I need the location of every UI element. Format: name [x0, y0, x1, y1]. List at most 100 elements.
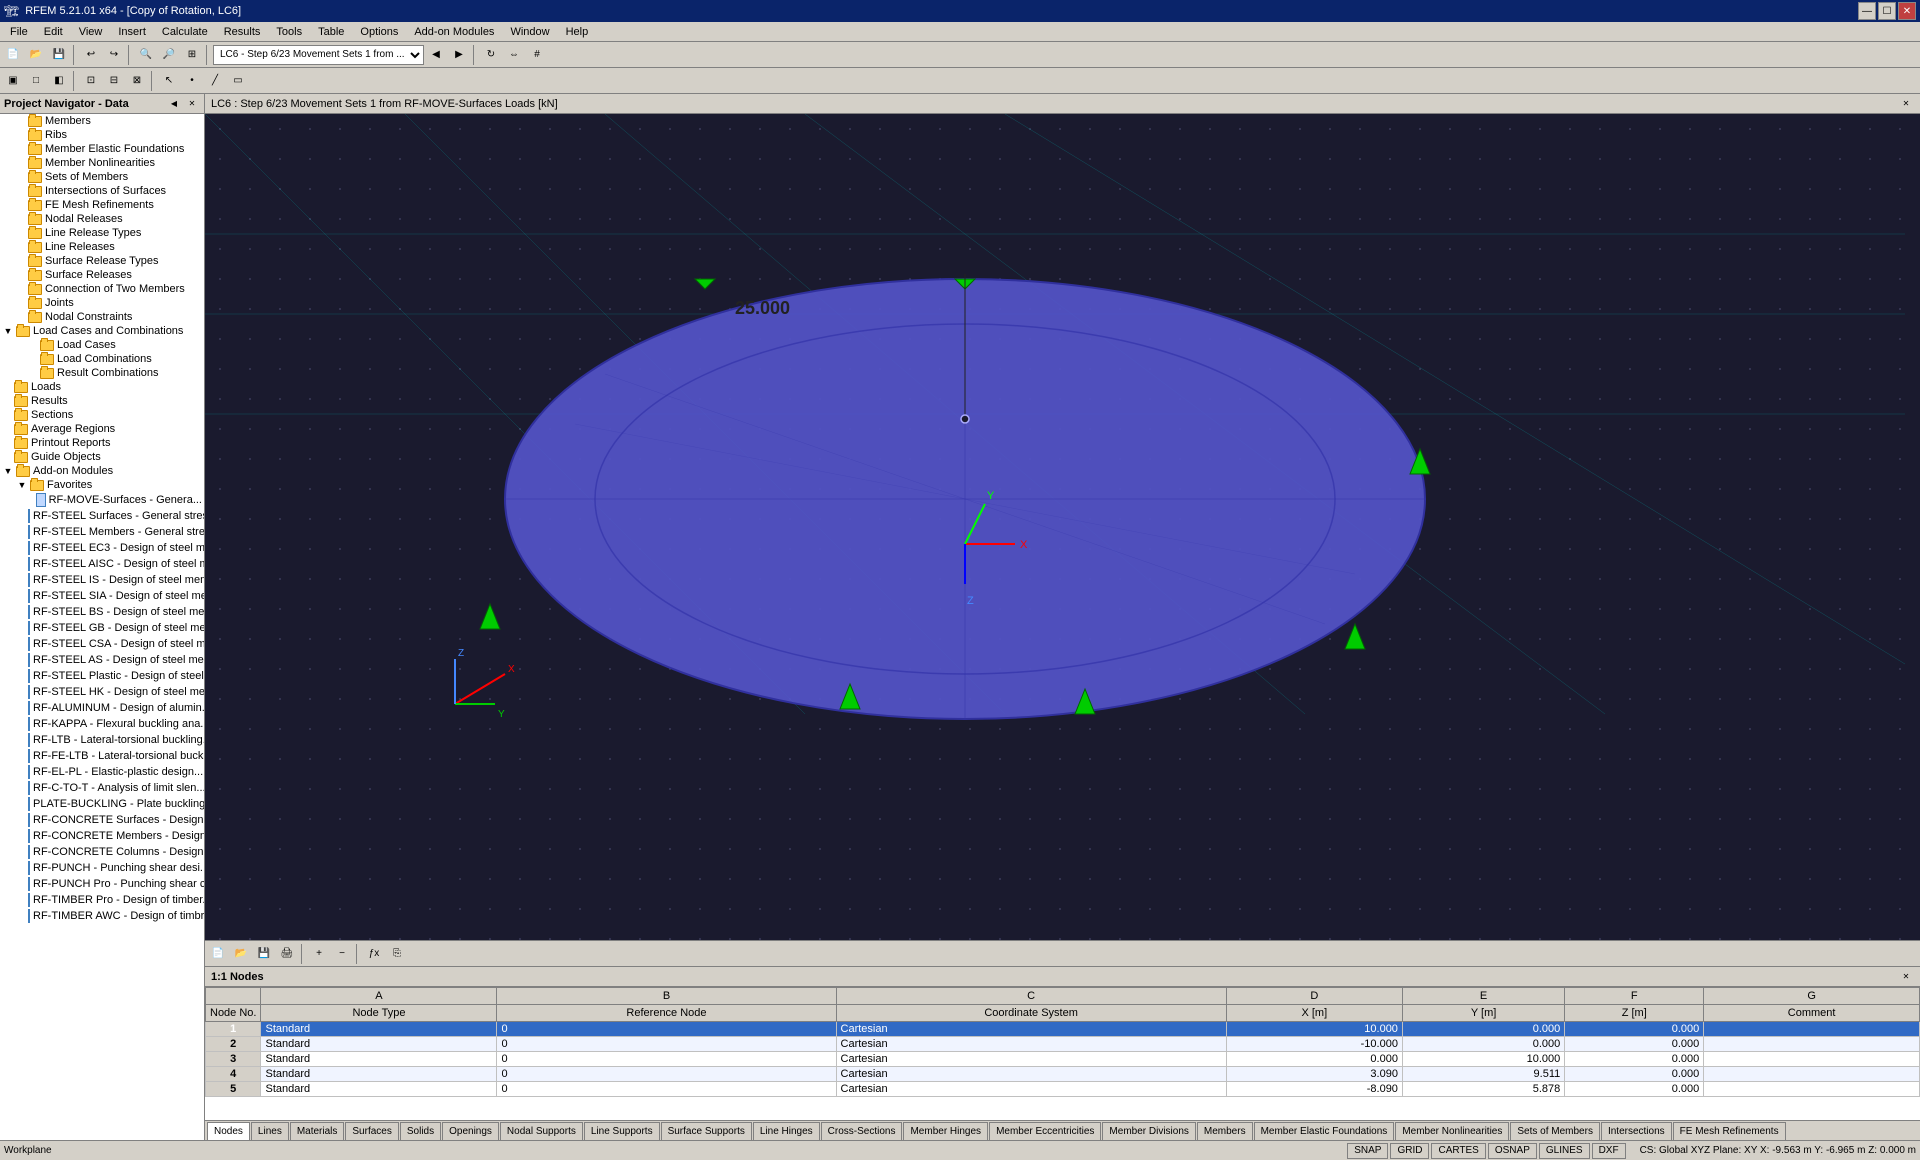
- rotate-button[interactable]: ↻: [480, 44, 502, 66]
- tree-item[interactable]: RF-STEEL BS - Design of steel men...: [0, 604, 204, 620]
- tree-item[interactable]: ▼Add-on Modules: [0, 464, 204, 478]
- menu-item-tools[interactable]: Tools: [268, 24, 310, 40]
- line-button[interactable]: ╱: [204, 70, 226, 92]
- tab-materials[interactable]: Materials: [290, 1122, 345, 1140]
- menu-item-view[interactable]: View: [71, 24, 111, 40]
- tab-openings[interactable]: Openings: [442, 1122, 499, 1140]
- tree-item[interactable]: RF-TIMBER Pro - Design of timber...: [0, 892, 204, 908]
- tree-item[interactable]: Member Nonlinearities: [0, 156, 204, 170]
- surface-button[interactable]: ▭: [227, 70, 249, 92]
- undo-button[interactable]: ↩: [80, 44, 102, 66]
- tab-members[interactable]: Members: [1197, 1122, 1253, 1140]
- tab-surfaces[interactable]: Surfaces: [345, 1122, 398, 1140]
- tree-item[interactable]: RF-MOVE-Surfaces - Genera...: [0, 492, 204, 508]
- tree-item[interactable]: Load Combinations: [0, 352, 204, 366]
- tab-line-hinges[interactable]: Line Hinges: [753, 1122, 820, 1140]
- tab-solids[interactable]: Solids: [400, 1122, 441, 1140]
- menu-item-help[interactable]: Help: [558, 24, 597, 40]
- tree-item[interactable]: Members: [0, 114, 204, 128]
- table-formula-btn[interactable]: ƒx: [363, 943, 385, 965]
- tree-item[interactable]: RF-FE-LTB - Lateral-torsional buck...: [0, 748, 204, 764]
- select-button[interactable]: ↖: [158, 70, 180, 92]
- tree-item[interactable]: Sets of Members: [0, 170, 204, 184]
- tab-lines[interactable]: Lines: [251, 1122, 289, 1140]
- viewport-close[interactable]: ✕: [1898, 96, 1914, 112]
- tree-item[interactable]: RF-STEEL Members - General stres...: [0, 524, 204, 540]
- close-button[interactable]: ✕: [1898, 2, 1916, 20]
- tab-member-divisions[interactable]: Member Divisions: [1102, 1122, 1195, 1140]
- lc-selector[interactable]: LC6 - Step 6/23 Movement Sets 1 from ...: [213, 45, 424, 65]
- tree-item[interactable]: Connection of Two Members: [0, 282, 204, 296]
- mirror-button[interactable]: ⇔: [503, 44, 525, 66]
- tree-item[interactable]: ▼Load Cases and Combinations: [0, 324, 204, 338]
- menu-item-edit[interactable]: Edit: [36, 24, 71, 40]
- menu-item-add-on-modules[interactable]: Add-on Modules: [406, 24, 502, 40]
- tree-item[interactable]: PLATE-BUCKLING - Plate buckling...: [0, 796, 204, 812]
- table-copy-btn[interactable]: ⎘: [386, 943, 408, 965]
- table-del-row-btn[interactable]: −: [331, 943, 353, 965]
- tree-item[interactable]: RF-STEEL AISC - Design of steel m...: [0, 556, 204, 572]
- tree-item[interactable]: RF-C-TO-T - Analysis of limit slen...: [0, 780, 204, 796]
- menu-item-table[interactable]: Table: [310, 24, 352, 40]
- sidebar-tree[interactable]: MembersRibsMember Elastic FoundationsMem…: [0, 114, 204, 1140]
- expand-icon[interactable]: ▼: [16, 479, 28, 491]
- top-view-button[interactable]: ⊟: [103, 70, 125, 92]
- sidebar-nav-right[interactable]: ✕: [184, 96, 200, 112]
- maximize-button[interactable]: ☐: [1878, 2, 1896, 20]
- status-btn-cartes[interactable]: CARTES: [1431, 1143, 1485, 1159]
- menu-item-results[interactable]: Results: [216, 24, 269, 40]
- viewport-canvas[interactable]: X Y Z 25.000 X Y Z: [205, 114, 1920, 940]
- minimize-button[interactable]: —: [1858, 2, 1876, 20]
- tree-item[interactable]: RF-CONCRETE Members - Design c...: [0, 828, 204, 844]
- tab-line-supports[interactable]: Line Supports: [584, 1122, 660, 1140]
- tree-item[interactable]: Sections: [0, 408, 204, 422]
- tree-item[interactable]: RF-PUNCH - Punching shear desi...: [0, 860, 204, 876]
- tab-nodes[interactable]: Nodes: [207, 1122, 250, 1140]
- tree-item[interactable]: Surface Release Types: [0, 254, 204, 268]
- tree-item[interactable]: Nodal Releases: [0, 212, 204, 226]
- prev-step-button[interactable]: ◀: [425, 44, 447, 66]
- status-btn-osnap[interactable]: OSNAP: [1488, 1143, 1537, 1159]
- table-row[interactable]: 2Standard0Cartesian-10.0000.0000.000: [206, 1037, 1920, 1052]
- status-btn-grid[interactable]: GRID: [1390, 1143, 1429, 1159]
- menu-item-options[interactable]: Options: [352, 24, 406, 40]
- table-new-btn[interactable]: 📄: [207, 943, 229, 965]
- tree-item[interactable]: RF-STEEL GB - Design of steel mer...: [0, 620, 204, 636]
- bottom-table[interactable]: ABCDEFGNode No.Node TypeReference NodeCo…: [205, 987, 1920, 1120]
- tree-item[interactable]: RF-STEEL CSA - Design of steel me...: [0, 636, 204, 652]
- tree-item[interactable]: Loads: [0, 380, 204, 394]
- tree-item[interactable]: FE Mesh Refinements: [0, 198, 204, 212]
- tab-member-eccentricities[interactable]: Member Eccentricities: [989, 1122, 1101, 1140]
- tree-item[interactable]: Intersections of Surfaces: [0, 184, 204, 198]
- tab-member-nonlinearities[interactable]: Member Nonlinearities: [1395, 1122, 1509, 1140]
- tree-item[interactable]: Line Release Types: [0, 226, 204, 240]
- zoom-in-button[interactable]: 🔍: [135, 44, 157, 66]
- new-button[interactable]: 📄: [2, 44, 24, 66]
- tree-item[interactable]: RF-STEEL Plastic - Design of steel r...: [0, 668, 204, 684]
- tree-item[interactable]: RF-STEEL Surfaces - General stress...: [0, 508, 204, 524]
- save-button[interactable]: 💾: [48, 44, 70, 66]
- tree-item[interactable]: Result Combinations: [0, 366, 204, 380]
- tree-item[interactable]: RF-ALUMINUM - Design of alumin...: [0, 700, 204, 716]
- status-btn-snap[interactable]: SNAP: [1347, 1143, 1388, 1159]
- tree-item[interactable]: RF-STEEL SIA - Design of steel me...: [0, 588, 204, 604]
- tree-item[interactable]: Line Releases: [0, 240, 204, 254]
- tree-item[interactable]: Results: [0, 394, 204, 408]
- tree-item[interactable]: RF-TIMBER AWC - Design of timbr...: [0, 908, 204, 924]
- tree-item[interactable]: Surface Releases: [0, 268, 204, 282]
- tree-item[interactable]: Printout Reports: [0, 436, 204, 450]
- tree-item[interactable]: Load Cases: [0, 338, 204, 352]
- expand-icon[interactable]: ▼: [2, 325, 14, 337]
- table-row[interactable]: 1Standard0Cartesian10.0000.0000.000: [206, 1022, 1920, 1037]
- table-row[interactable]: 4Standard0Cartesian3.0909.5110.000: [206, 1067, 1920, 1082]
- expand-icon[interactable]: ▼: [2, 465, 14, 477]
- shade-button[interactable]: ◧: [48, 70, 70, 92]
- tree-item[interactable]: RF-STEEL HK - Design of steel mer...: [0, 684, 204, 700]
- table-row[interactable]: 5Standard0Cartesian-8.0905.8780.000: [206, 1082, 1920, 1097]
- tab-intersections[interactable]: Intersections: [1601, 1122, 1672, 1140]
- tree-item[interactable]: RF-EL-PL - Elastic-plastic design...: [0, 764, 204, 780]
- tree-item[interactable]: Ribs: [0, 128, 204, 142]
- table-add-row-btn[interactable]: +: [308, 943, 330, 965]
- render-button[interactable]: ▣: [2, 70, 24, 92]
- next-step-button[interactable]: ▶: [448, 44, 470, 66]
